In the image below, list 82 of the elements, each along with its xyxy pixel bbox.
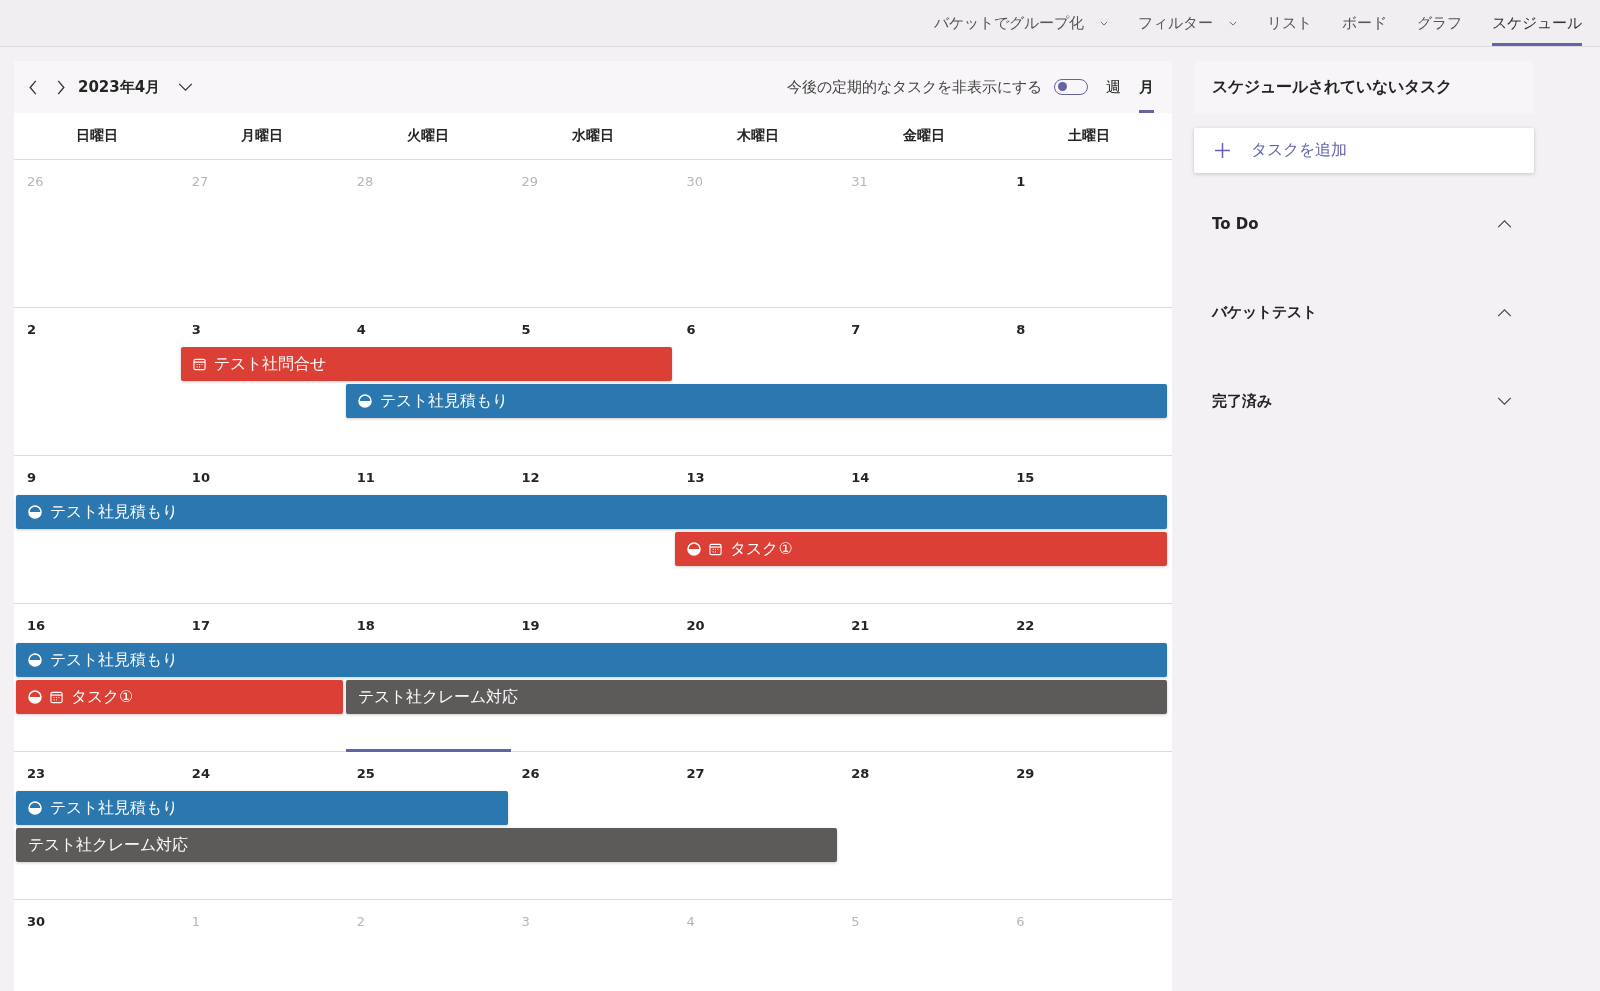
weekday-header: 金曜日 — [902, 127, 945, 145]
date-number: 28 — [355, 173, 374, 189]
hide-recurring-label: 今後の定期的なタスクを非表示にする — [787, 77, 1042, 97]
date-number: 4 — [355, 321, 366, 337]
date-number: 23 — [26, 765, 46, 781]
date-number: 27 — [190, 173, 209, 189]
toolbar-dropdown[interactable]: フィルター — [1138, 0, 1237, 46]
date-number: 29 — [1015, 765, 1035, 781]
date-number: 4 — [685, 913, 695, 929]
weekday-header: 月曜日 — [241, 127, 284, 145]
date-number: 29 — [520, 173, 539, 189]
chevron-up-icon — [1497, 308, 1512, 317]
date-number: 15 — [1015, 469, 1035, 485]
date-number: 18 — [355, 617, 375, 633]
date-number: 24 — [190, 765, 210, 781]
date-number: 14 — [850, 469, 870, 485]
date-number: 5 — [850, 913, 860, 929]
task-bar[interactable]: テスト社見積もり — [345, 384, 1167, 418]
view-tab[interactable]: スケジュール — [1492, 0, 1582, 46]
date-number: 6 — [1015, 913, 1025, 929]
date-number: 1 — [1015, 173, 1026, 189]
date-number: 20 — [685, 617, 705, 633]
date-number: 16 — [26, 617, 46, 633]
date-number: 10 — [190, 469, 210, 485]
date-number: 3 — [520, 913, 530, 929]
view-tab[interactable]: ボード — [1342, 0, 1387, 46]
task-bar[interactable]: テスト社クレーム対応 — [345, 680, 1167, 714]
add-task-button[interactable]: タスクを追加 — [1194, 128, 1534, 173]
section-header[interactable]: 完了済み — [1194, 373, 1534, 430]
date-number: 17 — [190, 617, 210, 633]
chevron-down-icon[interactable] — [178, 82, 194, 92]
toolbar-dropdown[interactable]: バケットでグループ化 — [934, 0, 1108, 46]
date-number: 22 — [1015, 617, 1035, 633]
task-bar[interactable]: タスク① — [16, 680, 343, 714]
task-bar[interactable]: テスト社クレーム対応 — [16, 828, 838, 862]
date-number: 1 — [190, 913, 201, 929]
chevron-right-icon[interactable] — [56, 79, 66, 95]
view-tab[interactable]: グラフ — [1417, 0, 1462, 46]
date-number: 8 — [1015, 321, 1026, 337]
section-header[interactable]: To Do — [1194, 195, 1534, 252]
date-number: 27 — [685, 765, 705, 781]
section-header[interactable]: バケットテスト — [1194, 284, 1534, 341]
weekday-header: 日曜日 — [75, 127, 118, 145]
plus-icon — [1214, 142, 1231, 159]
weekday-header: 土曜日 — [1068, 127, 1111, 145]
task-bar[interactable]: テスト社見積もり — [16, 643, 1167, 677]
date-number: 13 — [685, 469, 705, 485]
view-tab[interactable]: 週 — [1106, 61, 1121, 113]
task-bar[interactable]: テスト社見積もり — [16, 495, 1167, 529]
task-bar[interactable]: テスト社問合せ — [180, 347, 673, 381]
date-number: 7 — [850, 321, 861, 337]
date-number: 6 — [685, 321, 696, 337]
date-number: 21 — [850, 617, 870, 633]
task-bar[interactable]: タスク① — [675, 532, 1167, 566]
date-number: 3 — [190, 321, 201, 337]
view-tab[interactable]: リスト — [1267, 0, 1312, 46]
date-number: 30 — [685, 173, 703, 189]
date-number: 11 — [355, 469, 375, 485]
chevron-down-icon — [1100, 20, 1108, 26]
date-number: 28 — [850, 765, 870, 781]
month-label: 2023年4月 — [78, 77, 161, 97]
date-number: 26 — [26, 173, 44, 189]
view-tab[interactable]: 月 — [1139, 61, 1154, 113]
weekday-header: 水曜日 — [572, 127, 614, 145]
date-number: 25 — [345, 749, 511, 781]
weekday-header: 木曜日 — [737, 127, 780, 145]
chevron-up-icon — [1497, 219, 1512, 228]
date-number: 26 — [520, 765, 540, 781]
chevron-down-icon — [1229, 20, 1237, 26]
date-number: 9 — [26, 469, 37, 485]
date-number: 12 — [520, 469, 540, 485]
date-number: 31 — [850, 173, 868, 189]
task-bar[interactable]: テスト社見積もり — [16, 791, 508, 825]
date-number: 19 — [520, 617, 540, 633]
date-number: 30 — [26, 913, 46, 929]
chevron-down-icon — [1497, 397, 1512, 406]
weekday-header: 火曜日 — [406, 127, 449, 145]
date-number: 2 — [355, 913, 365, 929]
unscheduled-title: スケジュールされていないタスク — [1194, 61, 1534, 114]
chevron-left-icon[interactable] — [28, 79, 38, 95]
date-number: 5 — [520, 321, 531, 337]
date-number: 2 — [26, 321, 37, 337]
